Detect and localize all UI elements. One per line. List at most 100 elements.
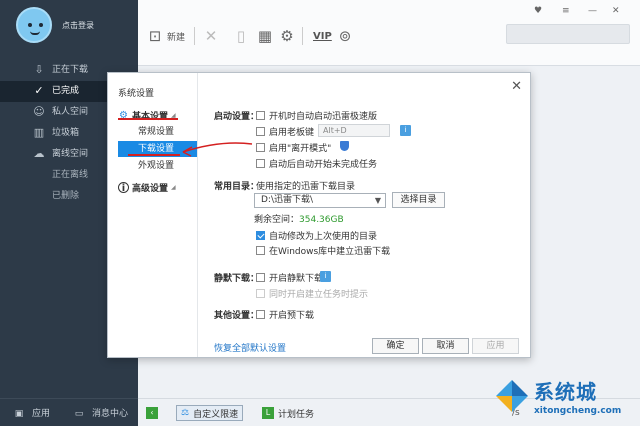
sub-appearance-label: 外观设置 xyxy=(138,161,175,171)
new-task-label: 新建 xyxy=(167,32,186,43)
watermark-logo-icon xyxy=(496,380,528,412)
category-basic[interactable]: ⚙ 基本设置 ◢ xyxy=(118,109,176,122)
sidebar-item-label: 离线空间 xyxy=(52,149,89,159)
watermark: 系统城 xitongcheng.com xyxy=(492,374,640,426)
minimize-icon[interactable]: — xyxy=(588,6,597,16)
settings-nav: 系统设置 ⚙ 基本设置 ◢ 常规设置 下载设置 外观设置 i 高级设置 ◢ xyxy=(108,73,198,357)
dialog-close-icon[interactable]: ✕ xyxy=(511,79,522,94)
silent-label: 静默下载： xyxy=(214,274,260,284)
toolbar-divider xyxy=(194,27,195,45)
download-icon: ⇩ xyxy=(34,63,44,76)
open-file-button[interactable]: ▯ xyxy=(232,26,250,46)
directory-select[interactable]: D:\迅雷下载\ ▼ xyxy=(254,193,386,208)
autostart-label: 开机时自动启动迅雷极速版 xyxy=(269,112,378,122)
apply-button[interactable]: 应用 xyxy=(472,338,519,354)
file-icon: ▯ xyxy=(236,27,246,45)
pre-download-label: 开启预下载 xyxy=(269,311,315,321)
collapse-icon: ‹ xyxy=(146,407,158,419)
last-dir-checkbox[interactable] xyxy=(256,231,265,240)
sidebar-item-label: 正在离线 xyxy=(52,170,89,180)
category-advanced[interactable]: i 高级设置 ◢ xyxy=(118,181,176,194)
info-badge-icon[interactable]: i xyxy=(320,271,331,282)
directory-label: 常用目录： xyxy=(214,182,260,192)
chevron-down-icon: ▼ xyxy=(374,196,381,205)
shield-icon xyxy=(340,141,349,151)
hotkey-field[interactable]: Alt+D xyxy=(318,124,390,137)
apps-label: 应用 xyxy=(32,409,51,419)
silent-prompt-option[interactable]: 同时开启建立任务时提示 xyxy=(256,287,368,300)
toolbar: ♥ ≡ — ✕ ⊡ 新建 ✕ ▯ ▦ ⚙ VIP ⊚ xyxy=(138,0,640,66)
vip-button[interactable]: VIP xyxy=(310,26,332,46)
scheduled-label: 计划任务 xyxy=(278,409,315,420)
avatar[interactable] xyxy=(16,7,52,43)
auto-resume-checkbox[interactable] xyxy=(256,159,265,168)
auto-resume-option[interactable]: 启动后自动开始未完成任务 xyxy=(256,157,377,170)
search-input[interactable] xyxy=(506,24,630,44)
delete-button[interactable]: ✕ xyxy=(202,26,220,46)
boss-key-option[interactable]: 启用老板键 xyxy=(256,125,314,138)
pre-download-option[interactable]: 开启预下载 xyxy=(256,308,314,321)
restore-defaults-link[interactable]: 恢复全部默认设置 xyxy=(214,341,286,354)
boss-key-label: 启用老板键 xyxy=(269,128,315,138)
ok-button[interactable]: 确定 xyxy=(372,338,419,354)
toolbar-divider xyxy=(302,27,303,45)
new-file-icon: ⊡ xyxy=(148,27,162,45)
sub-download-label: 下载设置 xyxy=(138,144,175,154)
sub-appearance[interactable]: 外观设置 xyxy=(118,158,197,174)
auto-resume-label: 启动后自动开始未完成任务 xyxy=(269,160,378,170)
custom-speed-button[interactable]: ⚖ 自定义限速 xyxy=(176,405,244,421)
grid-icon: ▦ xyxy=(257,27,273,45)
sidebar-item-label: 垃圾箱 xyxy=(52,128,80,138)
avatar-mouth-icon xyxy=(30,31,40,35)
sidebar-item-label: 已删除 xyxy=(52,191,80,201)
directory-desc: 使用指定的迅雷下载目录 xyxy=(256,182,356,192)
settings-dialog: 系统设置 ⚙ 基本设置 ◢ 常规设置 下载设置 外观设置 i 高级设置 ◢ ✕ … xyxy=(107,72,531,358)
annotation-underline xyxy=(118,118,178,120)
free-space-value: 354.36GB xyxy=(299,215,344,225)
silent-prompt-checkbox[interactable] xyxy=(256,289,265,298)
grid-button[interactable]: ▦ xyxy=(256,26,274,46)
settings-button[interactable]: ⚙ xyxy=(278,26,296,46)
other-label: 其他设置： xyxy=(214,311,260,321)
gear-icon: ⚙ xyxy=(280,27,294,45)
category-advanced-label: 高级设置 xyxy=(132,184,169,194)
sidebar-item-label: 私人空间 xyxy=(52,107,89,117)
away-mode-checkbox[interactable] xyxy=(256,143,265,152)
messages-button[interactable]: ▭ 消息中心 xyxy=(72,406,128,419)
sidebar-item-label: 已完成 xyxy=(52,86,80,96)
silent-option[interactable]: 开启静默下载 xyxy=(256,271,323,284)
sub-general-label: 常规设置 xyxy=(138,127,175,137)
delete-icon: ✕ xyxy=(204,27,218,45)
watermark-url: xitongcheng.com xyxy=(534,406,622,416)
boss-key-checkbox[interactable] xyxy=(256,127,265,136)
scheduled-task-button[interactable]: L 计划任务 xyxy=(262,405,314,421)
menu-icon[interactable]: ≡ xyxy=(562,6,570,16)
choose-directory-button[interactable]: 选择目录 xyxy=(392,192,445,208)
avatar-eye-icon xyxy=(28,23,32,27)
close-window-icon[interactable]: ✕ xyxy=(612,6,620,16)
skin-icon[interactable]: ♥ xyxy=(534,6,542,16)
category-basic-label: 基本设置 xyxy=(132,112,169,122)
windows-lib-option[interactable]: 在Windows库中建立迅雷下载 xyxy=(256,244,390,257)
speedup-button[interactable]: ⊚ xyxy=(336,26,354,46)
sub-general[interactable]: 常规设置 xyxy=(118,124,197,140)
pre-download-checkbox[interactable] xyxy=(256,310,265,319)
speedup-icon: ⊚ xyxy=(338,27,352,45)
vip-label: VIP xyxy=(313,30,332,42)
new-task-button[interactable]: ⊡ 新建 xyxy=(146,26,185,46)
cancel-button[interactable]: 取消 xyxy=(422,338,469,354)
annotation-underline xyxy=(128,154,180,156)
autostart-option[interactable]: 开机时自动启动迅雷极速版 xyxy=(256,109,377,122)
autostart-checkbox[interactable] xyxy=(256,111,265,120)
watermark-text: 系统城 xyxy=(534,380,597,404)
info-badge-icon[interactable]: i xyxy=(400,125,411,136)
last-dir-option[interactable]: 自动修改为上次使用的目录 xyxy=(256,229,377,242)
custom-speed-label: 自定义限速 xyxy=(193,409,239,420)
collapse-button[interactable]: ‹ xyxy=(146,405,162,421)
trash-icon: ▥ xyxy=(33,126,45,139)
away-mode-option[interactable]: 启用"离开模式" xyxy=(256,141,331,154)
apps-button[interactable]: ▣ 应用 xyxy=(12,406,50,419)
login-link[interactable]: 点击登录 xyxy=(62,20,94,31)
silent-checkbox[interactable] xyxy=(256,273,265,282)
windows-lib-checkbox[interactable] xyxy=(256,246,265,255)
